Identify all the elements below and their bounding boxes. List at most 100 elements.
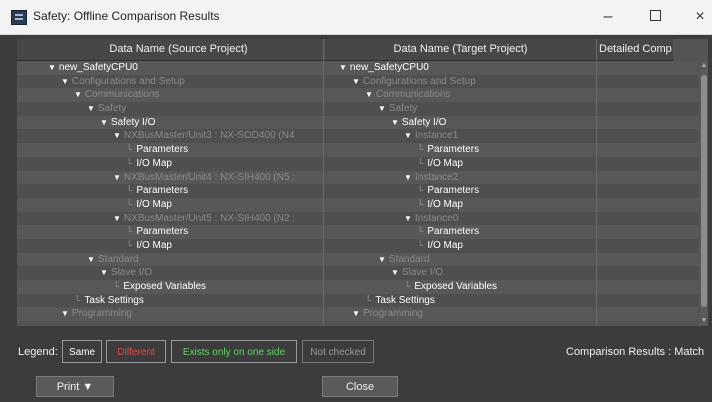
comparison-grid[interactable]: Data Name (Source Project) Data Name (Ta…: [17, 39, 708, 326]
row-label: Parameters: [427, 144, 480, 156]
row-label: Task Settings: [375, 294, 435, 306]
tree-leaf-icon: └: [365, 294, 372, 305]
expand-triangle-icon[interactable]: ▼: [378, 255, 386, 264]
row-label: I/O Map: [427, 198, 463, 210]
expand-triangle-icon[interactable]: ▼: [391, 118, 399, 127]
close-button[interactable]: Close: [322, 376, 398, 397]
tree-leaf-icon: └: [417, 185, 424, 196]
tree-leaf-icon: └: [126, 226, 133, 237]
column-header-target[interactable]: Data Name (Target Project): [325, 39, 597, 61]
target-cell: ▼ Slave I/O: [325, 266, 662, 280]
comparison-window: Safety: Offline Comparison Results – × D…: [0, 0, 712, 402]
row-label: NXBusMaster/Unit3 : NX-SOD400 (N4: [123, 130, 295, 142]
column-header-detailed[interactable]: Detailed Comp: [597, 39, 673, 61]
close-window-button[interactable]: ×: [686, 6, 712, 28]
tree-leaf-icon: └: [126, 239, 133, 250]
expand-triangle-icon[interactable]: ▼: [87, 255, 95, 264]
tree-leaf-icon: └: [126, 157, 133, 168]
expand-triangle-icon[interactable]: ▼: [352, 77, 360, 86]
target-cell: ▼ Configurations and Setup: [325, 75, 623, 89]
target-cell: ▼ Communications: [325, 88, 636, 102]
expand-triangle-icon[interactable]: ▼: [352, 309, 360, 318]
target-cell: ▼ Safety: [325, 102, 649, 116]
row-label: Parameters: [427, 185, 480, 197]
row-label: Instance0: [414, 212, 459, 224]
title-bar: Safety: Offline Comparison Results – ×: [0, 0, 712, 35]
expand-triangle-icon[interactable]: ▼: [404, 214, 412, 223]
scrollbar-thumb[interactable]: [701, 75, 707, 307]
expand-triangle-icon[interactable]: ▼: [404, 131, 412, 140]
expand-triangle-icon[interactable]: ▼: [365, 90, 373, 99]
source-cell: ▼ Configurations and Setup: [34, 75, 350, 89]
row-label: Configurations and Setup: [362, 75, 476, 87]
row-label: new_SafetyCPU0: [58, 62, 138, 73]
row-label: Safety I/O: [401, 116, 447, 128]
row-label: Configurations and Setup: [71, 75, 185, 87]
target-cell: ▼ Standard: [325, 253, 649, 267]
row-label: Communications: [375, 89, 451, 101]
column-divider: [323, 61, 324, 326]
row-label: NXBusMaster/Unit5 : NX-SIH400 (N2 :: [123, 212, 296, 224]
tree-leaf-icon: └: [417, 198, 424, 209]
legend-not-checked: Not checked: [302, 340, 374, 363]
target-cell: └ Parameters: [325, 184, 688, 198]
target-cell: └ I/O Map: [325, 157, 688, 171]
vertical-scrollbar[interactable]: ▲ ▼: [700, 61, 708, 326]
row-label: Instance1: [414, 130, 459, 142]
expand-triangle-icon[interactable]: ▼: [100, 268, 108, 277]
expand-triangle-icon[interactable]: ▼: [113, 214, 121, 223]
row-label: Standard: [97, 253, 139, 265]
expand-triangle-icon[interactable]: ▼: [339, 63, 347, 72]
minimize-button[interactable]: –: [594, 6, 622, 28]
expand-triangle-icon[interactable]: ▼: [113, 131, 121, 140]
target-cell: └ Task Settings: [325, 294, 636, 308]
target-cell: └ Parameters: [325, 143, 688, 157]
source-cell: └ Task Settings: [34, 294, 363, 308]
row-label: Instance2: [414, 171, 459, 183]
expand-triangle-icon[interactable]: ▼: [391, 268, 399, 277]
expand-triangle-icon[interactable]: ▼: [48, 63, 56, 72]
column-header-source[interactable]: Data Name (Source Project): [34, 39, 324, 61]
expand-triangle-icon[interactable]: ▼: [404, 173, 412, 182]
target-cell: └ Exposed Variables: [325, 280, 675, 294]
expand-triangle-icon[interactable]: ▼: [100, 118, 108, 127]
maximize-icon: [649, 10, 661, 21]
column-divider: [596, 61, 597, 326]
expand-triangle-icon[interactable]: ▼: [378, 104, 386, 113]
target-cell: ▼ Instance0: [325, 212, 675, 226]
row-label: Safety: [388, 103, 418, 115]
row-label: Exposed Variables: [123, 281, 207, 292]
tree-leaf-icon: └: [417, 226, 424, 237]
row-label: Standard: [388, 253, 430, 265]
target-cell: └ I/O Map: [325, 239, 688, 253]
row-label: Slave I/O: [401, 267, 444, 279]
legend-label: Legend:: [18, 346, 58, 358]
maximize-button[interactable]: [641, 6, 669, 28]
expand-triangle-icon[interactable]: ▼: [87, 104, 95, 113]
tree-leaf-icon: └: [126, 198, 133, 209]
expand-triangle-icon[interactable]: ▼: [113, 173, 121, 182]
tree-leaf-icon: └: [417, 157, 424, 168]
row-label: new_SafetyCPU0: [349, 62, 429, 73]
row-label: Exposed Variables: [414, 281, 498, 292]
expand-triangle-icon[interactable]: ▼: [61, 77, 69, 86]
expand-triangle-icon[interactable]: ▼: [61, 309, 69, 318]
legend-same: Same: [62, 340, 102, 363]
scroll-down-icon[interactable]: ▼: [700, 316, 708, 326]
row-label: Task Settings: [84, 294, 144, 306]
row-label: I/O Map: [427, 239, 463, 251]
target-cell: └ Parameters: [325, 225, 688, 239]
source-cell: ▼ Communications: [34, 88, 363, 102]
expand-triangle-icon[interactable]: ▼: [74, 90, 82, 99]
app-icon: [11, 10, 27, 25]
row-label: I/O Map: [136, 157, 172, 169]
scroll-up-icon[interactable]: ▲: [700, 61, 708, 71]
row-label: Communications: [84, 89, 160, 101]
tree-leaf-icon: └: [417, 144, 424, 155]
row-label: I/O Map: [427, 157, 463, 169]
tree-leaf-icon: └: [404, 281, 411, 291]
row-label: Parameters: [136, 226, 189, 238]
row-label: Safety I/O: [110, 116, 156, 128]
row-label: NXBusMaster/Unit4 : NX-SIH400 (N5 :: [123, 171, 296, 183]
print-button[interactable]: Print ▼: [36, 376, 114, 397]
